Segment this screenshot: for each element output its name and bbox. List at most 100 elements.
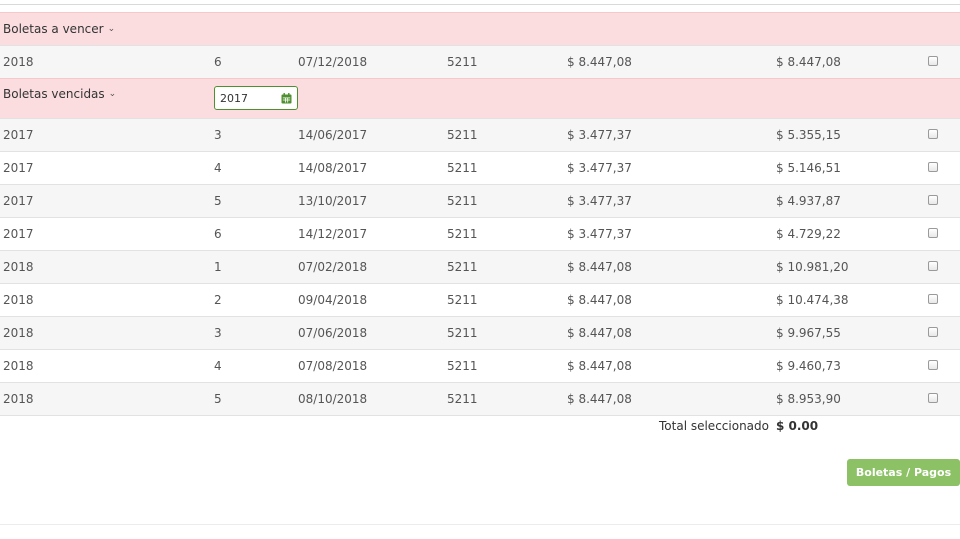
row-due-date: 14/12/2017 xyxy=(298,227,368,241)
section-title-overdue: Boletas vencidas xyxy=(3,87,105,101)
row-checkbox-cell xyxy=(928,327,938,337)
row-code: 5211 xyxy=(447,55,478,69)
row-checkbox-cell xyxy=(928,228,938,238)
row-due-date: 09/04/2018 xyxy=(298,293,368,307)
row-due-date: 14/08/2017 xyxy=(298,161,368,175)
row-total: $ 5.146,51 xyxy=(776,161,841,175)
table-row: 2018 5 08/10/2018 5211 $ 8.447,08 $ 8.953,90 xyxy=(0,382,960,416)
row-total: $ 8.447,08 xyxy=(776,55,841,69)
summary: Total seleccionado $ 0.00 xyxy=(0,419,960,435)
chevron-down-icon: ⌄ xyxy=(108,89,117,99)
year-picker[interactable]: 2017 xyxy=(214,86,298,110)
section-toggle-due[interactable]: Boletas a vencer ⌄ xyxy=(3,22,115,36)
row-cuota: 3 xyxy=(214,326,222,340)
row-due-date: 07/02/2018 xyxy=(298,260,368,274)
select-checkbox[interactable] xyxy=(928,56,938,66)
row-year: 2017 xyxy=(3,227,34,241)
row-total: $ 9.460,73 xyxy=(776,359,841,373)
boletas-table: Boletas a vencer ⌄ 2018 6 07/12/2018 5211 $ … xyxy=(0,12,960,416)
row-total: $ 9.967,55 xyxy=(776,326,841,340)
select-checkbox[interactable] xyxy=(928,294,938,304)
row-due-date: 14/06/2017 xyxy=(298,128,368,142)
row-due-date: 07/06/2018 xyxy=(298,326,368,340)
row-cuota: 5 xyxy=(214,194,222,208)
row-amount: $ 3.477,37 xyxy=(567,194,632,208)
row-amount: $ 8.447,08 xyxy=(567,260,632,274)
table-row: 2018 3 07/06/2018 5211 $ 8.447,08 $ 9.967,55 xyxy=(0,316,960,349)
row-year: 2018 xyxy=(3,392,34,406)
row-code: 5211 xyxy=(447,194,478,208)
bottom-divider xyxy=(0,524,960,525)
table-row: 2017 5 13/10/2017 5211 $ 3.477,37 $ 4.937,87 xyxy=(0,184,960,217)
table-row: 2018 2 09/04/2018 5211 $ 8.447,08 $ 10.474,38 xyxy=(0,283,960,316)
table-row: 2017 3 14/06/2017 5211 $ 3.477,37 $ 5.355,15 xyxy=(0,118,960,151)
select-checkbox[interactable] xyxy=(928,195,938,205)
table-row: 2018 1 07/02/2018 5211 $ 8.447,08 $ 10.981,20 xyxy=(0,250,960,283)
row-cuota: 2 xyxy=(214,293,222,307)
row-cuota: 4 xyxy=(214,161,222,175)
row-checkbox-cell xyxy=(928,162,938,172)
row-year: 2017 xyxy=(3,194,34,208)
row-total: $ 5.355,15 xyxy=(776,128,841,142)
summary-label: Total seleccionado xyxy=(659,419,769,433)
select-checkbox[interactable] xyxy=(928,162,938,172)
row-amount: $ 3.477,37 xyxy=(567,128,632,142)
row-amount: $ 8.447,08 xyxy=(567,293,632,307)
row-year: 2017 xyxy=(3,161,34,175)
row-cuota: 6 xyxy=(214,55,222,69)
select-checkbox[interactable] xyxy=(928,327,938,337)
section-title-due: Boletas a vencer xyxy=(3,22,104,36)
row-amount: $ 8.447,08 xyxy=(567,326,632,340)
calendar-icon[interactable] xyxy=(281,92,292,104)
row-year: 2018 xyxy=(3,359,34,373)
row-year: 2018 xyxy=(3,260,34,274)
select-checkbox[interactable] xyxy=(928,261,938,271)
chevron-down-icon: ⌄ xyxy=(107,24,116,34)
select-checkbox[interactable] xyxy=(928,129,938,139)
year-picker-value: 2017 xyxy=(220,91,248,105)
summary-value: $ 0.00 xyxy=(776,419,819,433)
row-checkbox-cell xyxy=(928,56,938,66)
row-amount: $ 3.477,37 xyxy=(567,227,632,241)
row-cuota: 4 xyxy=(214,359,222,373)
row-checkbox-cell xyxy=(928,129,938,139)
row-year: 2018 xyxy=(3,293,34,307)
section-toggle-overdue[interactable]: Boletas vencidas ⌄ xyxy=(3,87,116,101)
row-checkbox-cell xyxy=(928,393,938,403)
row-cuota: 3 xyxy=(214,128,222,142)
boletas-pagos-button[interactable]: Boletas / Pagos xyxy=(847,459,960,486)
row-amount: $ 8.447,08 xyxy=(567,392,632,406)
due-rows: 2018 6 07/12/2018 5211 $ 8.447,08 $ 8.447,08 xyxy=(0,45,960,78)
row-code: 5211 xyxy=(447,326,478,340)
select-checkbox[interactable] xyxy=(928,393,938,403)
row-amount: $ 3.477,37 xyxy=(567,161,632,175)
select-checkbox[interactable] xyxy=(928,360,938,370)
row-code: 5211 xyxy=(447,161,478,175)
row-due-date: 13/10/2017 xyxy=(298,194,368,208)
row-checkbox-cell xyxy=(928,360,938,370)
row-checkbox-cell xyxy=(928,261,938,271)
row-checkbox-cell xyxy=(928,294,938,304)
row-cuota: 5 xyxy=(214,392,222,406)
row-code: 5211 xyxy=(447,293,478,307)
top-divider xyxy=(0,4,960,5)
row-total: $ 10.981,20 xyxy=(776,260,849,274)
table-row: 2017 4 14/08/2017 5211 $ 3.477,37 $ 5.146,51 xyxy=(0,151,960,184)
row-cuota: 1 xyxy=(214,260,222,274)
row-code: 5211 xyxy=(447,227,478,241)
row-due-date: 08/10/2018 xyxy=(298,392,368,406)
row-cuota: 6 xyxy=(214,227,222,241)
table-row: 2018 6 07/12/2018 5211 $ 8.447,08 $ 8.447,08 xyxy=(0,45,960,78)
row-amount: $ 8.447,08 xyxy=(567,55,632,69)
table-row: 2017 6 14/12/2017 5211 $ 3.477,37 $ 4.729,22 xyxy=(0,217,960,250)
row-total: $ 8.953,90 xyxy=(776,392,841,406)
row-due-date: 07/12/2018 xyxy=(298,55,368,69)
row-code: 5211 xyxy=(447,260,478,274)
select-checkbox[interactable] xyxy=(928,228,938,238)
row-year: 2018 xyxy=(3,55,34,69)
row-year: 2017 xyxy=(3,128,34,142)
row-year: 2018 xyxy=(3,326,34,340)
row-code: 5211 xyxy=(447,359,478,373)
section-header-overdue: Boletas vencidas ⌄ 2017 xyxy=(0,78,960,118)
section-header-due: Boletas a vencer ⌄ xyxy=(0,12,960,45)
